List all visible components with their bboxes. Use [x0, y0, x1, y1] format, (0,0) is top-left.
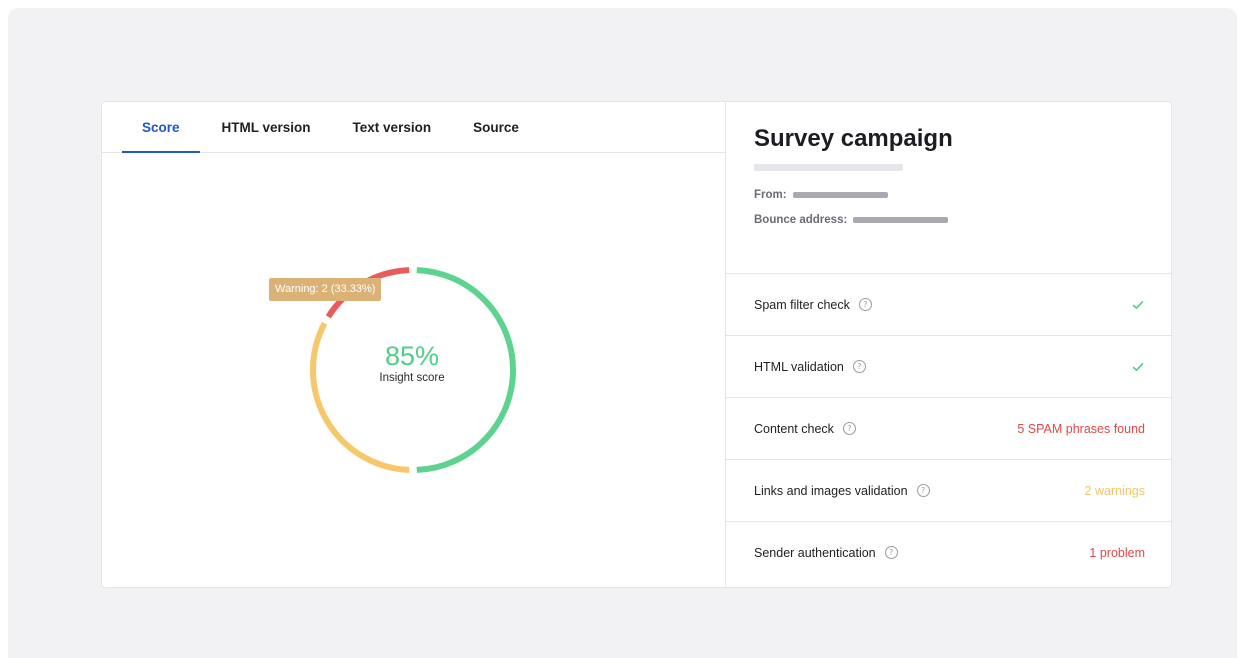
redacted-subtitle	[754, 164, 903, 171]
checkmark-icon	[1132, 300, 1144, 309]
check-label-spam-filter: Spam filter check	[754, 297, 850, 312]
check-row-links-images[interactable]: Links and images validation ? 2 warnings	[726, 460, 1171, 522]
score-label: Insight score	[379, 372, 445, 384]
status-content: 5 SPAM phrases found	[1017, 421, 1145, 436]
bounce-label: Bounce address:	[754, 214, 848, 226]
details-panel: Survey campaign From: Bounce address: Sp…	[726, 102, 1171, 587]
check-row-html-validation[interactable]: HTML validation ?	[726, 336, 1171, 398]
question-circle-icon[interactable]: ?	[916, 484, 930, 497]
redacted-from-value	[792, 192, 888, 198]
check-label-links-images: Links and images validation	[754, 483, 908, 498]
tab-source[interactable]: Source	[453, 102, 539, 152]
from-row: From:	[754, 189, 1143, 201]
score-value: 85%	[384, 341, 440, 371]
tab-bar: Score HTML version Text version Source	[102, 102, 725, 153]
check-row-spam-filter[interactable]: Spam filter check ?	[726, 274, 1171, 336]
status-links-images: 2 warnings	[1084, 483, 1145, 498]
question-circle-icon[interactable]: ?	[858, 298, 872, 311]
checkmark-icon	[1132, 362, 1144, 371]
tab-score[interactable]: Score	[122, 102, 200, 153]
check-label-html-validation: HTML validation	[754, 359, 844, 374]
check-label-content: Content check	[754, 421, 834, 436]
campaign-info: Survey campaign From: Bounce address:	[726, 102, 1171, 274]
question-circle-icon[interactable]: ?	[842, 422, 856, 435]
score-center: 85% Insight score	[312, 341, 512, 384]
from-label: From:	[754, 189, 787, 201]
insight-card: Score HTML version Text version Source 8…	[101, 101, 1172, 588]
page-background: Score HTML version Text version Source 8…	[8, 8, 1237, 658]
question-circle-icon[interactable]: ?	[852, 360, 866, 373]
check-label-wrap: HTML validation ?	[754, 360, 1131, 374]
check-label-wrap: Content check ?	[754, 422, 1017, 436]
check-row-sender-auth[interactable]: Sender authentication ? 1 problem	[726, 522, 1171, 583]
bounce-row: Bounce address:	[754, 214, 1143, 226]
score-panel: Score HTML version Text version Source 8…	[102, 102, 726, 587]
check-list: Spam filter check ? HTML validation ? Co…	[726, 274, 1171, 583]
tab-text-version[interactable]: Text version	[333, 102, 452, 152]
chart-tooltip: Warning: 2 (33.33%)	[269, 278, 382, 301]
check-row-content[interactable]: Content check ? 5 SPAM phrases found	[726, 398, 1171, 460]
check-label-wrap: Links and images validation ?	[754, 484, 1085, 498]
redacted-bounce-value	[853, 217, 949, 223]
tab-html-version[interactable]: HTML version	[202, 102, 331, 152]
check-label-wrap: Sender authentication ?	[754, 546, 1089, 560]
status-sender-auth: 1 problem	[1089, 545, 1145, 560]
check-label-sender-auth: Sender authentication	[754, 545, 876, 560]
score-chart-area: 85% Insight score Warning: 2 (33.33%)	[102, 153, 726, 587]
check-label-wrap: Spam filter check ?	[754, 298, 1131, 312]
campaign-title: Survey campaign	[754, 125, 953, 152]
question-circle-icon[interactable]: ?	[884, 546, 898, 559]
